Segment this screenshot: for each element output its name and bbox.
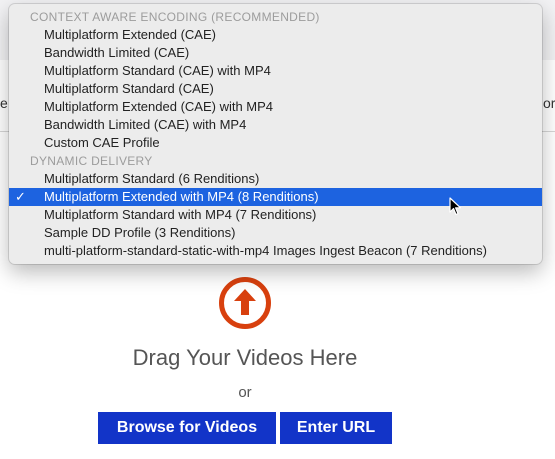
- option-images-ingest-beacon[interactable]: multi-platform-standard-static-with-mp4 …: [9, 242, 542, 260]
- upload-arrow-icon[interactable]: [218, 276, 272, 330]
- option-multiplatform-extended-cae[interactable]: Multiplatform Extended (CAE): [9, 26, 542, 44]
- option-multiplatform-standard-cae[interactable]: Multiplatform Standard (CAE): [9, 80, 542, 98]
- encoding-profile-dropdown[interactable]: CONTEXT AWARE ENCODING (RECOMMENDED) Mul…: [9, 4, 542, 264]
- enter-url-button[interactable]: Enter URL: [280, 412, 392, 444]
- option-multiplatform-standard-6[interactable]: Multiplatform Standard (6 Renditions): [9, 170, 542, 188]
- upload-page: e or CONTEXT AWARE ENCODING (RECOMMENDED…: [0, 0, 555, 459]
- option-multiplatform-extended-cae-mp4[interactable]: Multiplatform Extended (CAE) with MP4: [9, 98, 542, 116]
- group-label-dynamic-delivery: DYNAMIC DELIVERY: [30, 154, 153, 168]
- mouse-pointer-icon: [449, 197, 462, 216]
- background-left-text: e: [0, 95, 8, 111]
- option-bandwidth-limited-cae[interactable]: Bandwidth Limited (CAE): [9, 44, 542, 62]
- option-sample-dd-profile[interactable]: Sample DD Profile (3 Renditions): [9, 224, 542, 242]
- browse-for-videos-button[interactable]: Browse for Videos: [98, 412, 276, 444]
- checkmark-icon: ✓: [15, 189, 26, 204]
- option-bandwidth-limited-cae-mp4[interactable]: Bandwidth Limited (CAE) with MP4: [9, 116, 542, 134]
- background-right-text: or: [543, 95, 555, 111]
- or-separator-text: or: [238, 384, 252, 401]
- group-label-cae: CONTEXT AWARE ENCODING (RECOMMENDED): [30, 10, 320, 24]
- drag-videos-title: Drag Your Videos Here: [132, 345, 358, 370]
- option-multiplatform-standard-cae-mp4[interactable]: Multiplatform Standard (CAE) with MP4: [9, 62, 542, 80]
- option-custom-cae-profile[interactable]: Custom CAE Profile: [9, 134, 542, 152]
- selected-option-label: Multiplatform Extended with MP4 (8 Rendi…: [44, 189, 319, 204]
